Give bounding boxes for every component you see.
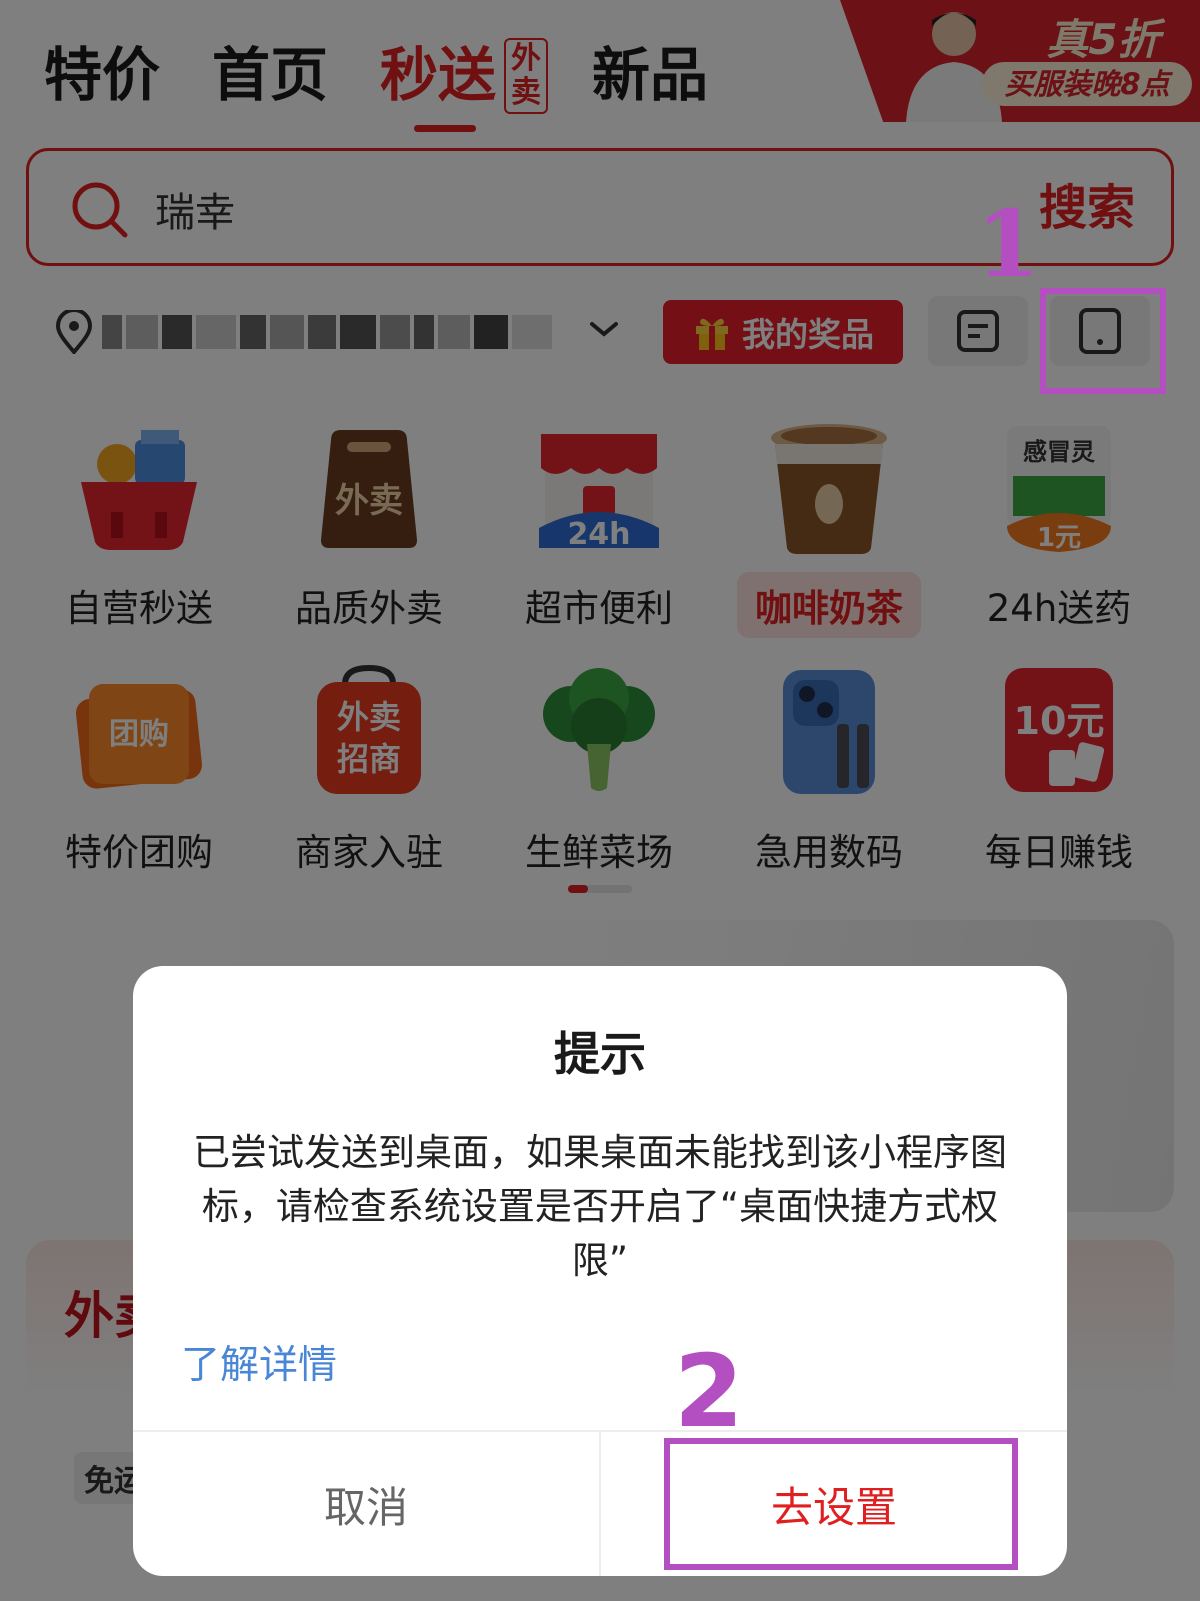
annotation-box-2	[664, 1438, 1018, 1570]
dialog-message: 已尝试发送到桌面，如果桌面未能找到该小程序图标，请检查系统设置是否开启了“桌面快…	[193, 1131, 1007, 1282]
annotation-box-1	[1040, 288, 1166, 394]
dialog-title: 提示	[554, 1027, 646, 1081]
cancel-button[interactable]: 取消	[133, 1432, 599, 1576]
annotation-number-2: 2	[674, 1333, 744, 1450]
annotation-number-1: 1	[976, 190, 1041, 298]
learn-more-link[interactable]: 了解详情	[181, 1334, 337, 1390]
